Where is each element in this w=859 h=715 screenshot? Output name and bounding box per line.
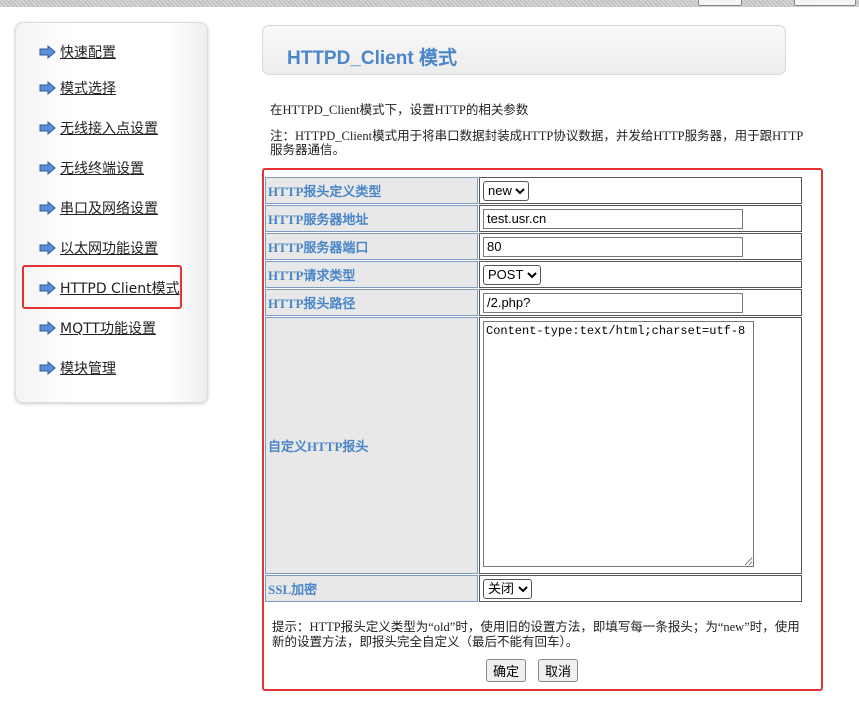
arrow-right-icon: [39, 45, 56, 59]
arrow-right-icon: [39, 121, 56, 135]
sidebar-item-label: 模块管理: [60, 361, 116, 377]
sidebar-item-label: 快速配置: [60, 45, 116, 61]
sidebar-item[interactable]: 无线终端设置: [39, 158, 144, 178]
sidebar-item[interactable]: 快速配置: [39, 42, 116, 62]
request-type-label: HTTP请求类型: [265, 261, 478, 288]
arrow-right-icon: [39, 81, 56, 95]
sidebar-item-label: MQTT功能设置: [60, 321, 156, 337]
hint-text: 提示：HTTP报头定义类型为“old”时，使用旧的设置方法，即填写每一条报头；为…: [272, 620, 800, 649]
server-addr-label: HTTP服务器地址: [265, 205, 478, 232]
server-port-input[interactable]: [483, 236, 743, 257]
sidebar-item-label: 以太网功能设置: [60, 241, 158, 257]
arrow-right-icon: [39, 361, 56, 375]
ok-button[interactable]: 确定: [486, 659, 527, 682]
sidebar-item-label: 无线终端设置: [60, 161, 144, 177]
intro-text: 在HTTPD_Client模式下，设置HTTP的相关参数: [270, 103, 529, 117]
page-title: HTTPD_Client 模式: [287, 48, 457, 69]
sidebar-item-label: 模式选择: [60, 81, 116, 97]
sidebar-item[interactable]: 无线接入点设置: [39, 118, 158, 138]
server-addr-input[interactable]: [483, 208, 743, 229]
sidebar-item[interactable]: 串口及网络设置: [39, 198, 158, 218]
note-text: 注：HTTPD_Client模式用于将串口数据封装成HTTP协议数据，并发给HT…: [270, 129, 804, 157]
custom-header-textarea[interactable]: Content-type:text/html;charset=utf-8: [483, 321, 754, 567]
sidebar-item[interactable]: MQTT功能设置: [39, 318, 156, 338]
sidebar-item[interactable]: 模式选择: [39, 78, 116, 98]
arrow-right-icon: [39, 321, 56, 335]
ssl-label: SSL加密: [265, 575, 478, 602]
top-button-2[interactable]: [794, 0, 856, 6]
arrow-right-icon: [39, 241, 56, 255]
sidebar-item-label: 无线接入点设置: [60, 121, 158, 137]
header-type-label: HTTP报头定义类型: [265, 177, 478, 204]
title-box: HTTPD_Client 模式: [262, 25, 786, 75]
header-path-input[interactable]: [483, 292, 743, 313]
sidebar-item-label: 串口及网络设置: [60, 201, 158, 217]
sidebar-item[interactable]: 模块管理: [39, 358, 116, 378]
active-item-highlight: [22, 265, 182, 309]
settings-table: HTTP报头定义类型 new HTTP服务器地址 HTTP服务器端口 HTTP请…: [264, 176, 803, 603]
custom-header-label: 自定义HTTP报头: [265, 317, 478, 574]
header-type-select[interactable]: new: [483, 180, 529, 201]
cancel-button[interactable]: 取消: [538, 659, 579, 682]
arrow-right-icon: [39, 201, 56, 215]
top-button-1[interactable]: [698, 0, 742, 6]
arrow-right-icon: [39, 161, 56, 175]
header-path-label: HTTP报头路径: [265, 289, 478, 316]
request-type-select[interactable]: POST: [483, 264, 541, 285]
ssl-select[interactable]: 关闭: [483, 578, 532, 599]
sidebar-item[interactable]: 以太网功能设置: [39, 238, 158, 258]
server-port-label: HTTP服务器端口: [265, 233, 478, 260]
